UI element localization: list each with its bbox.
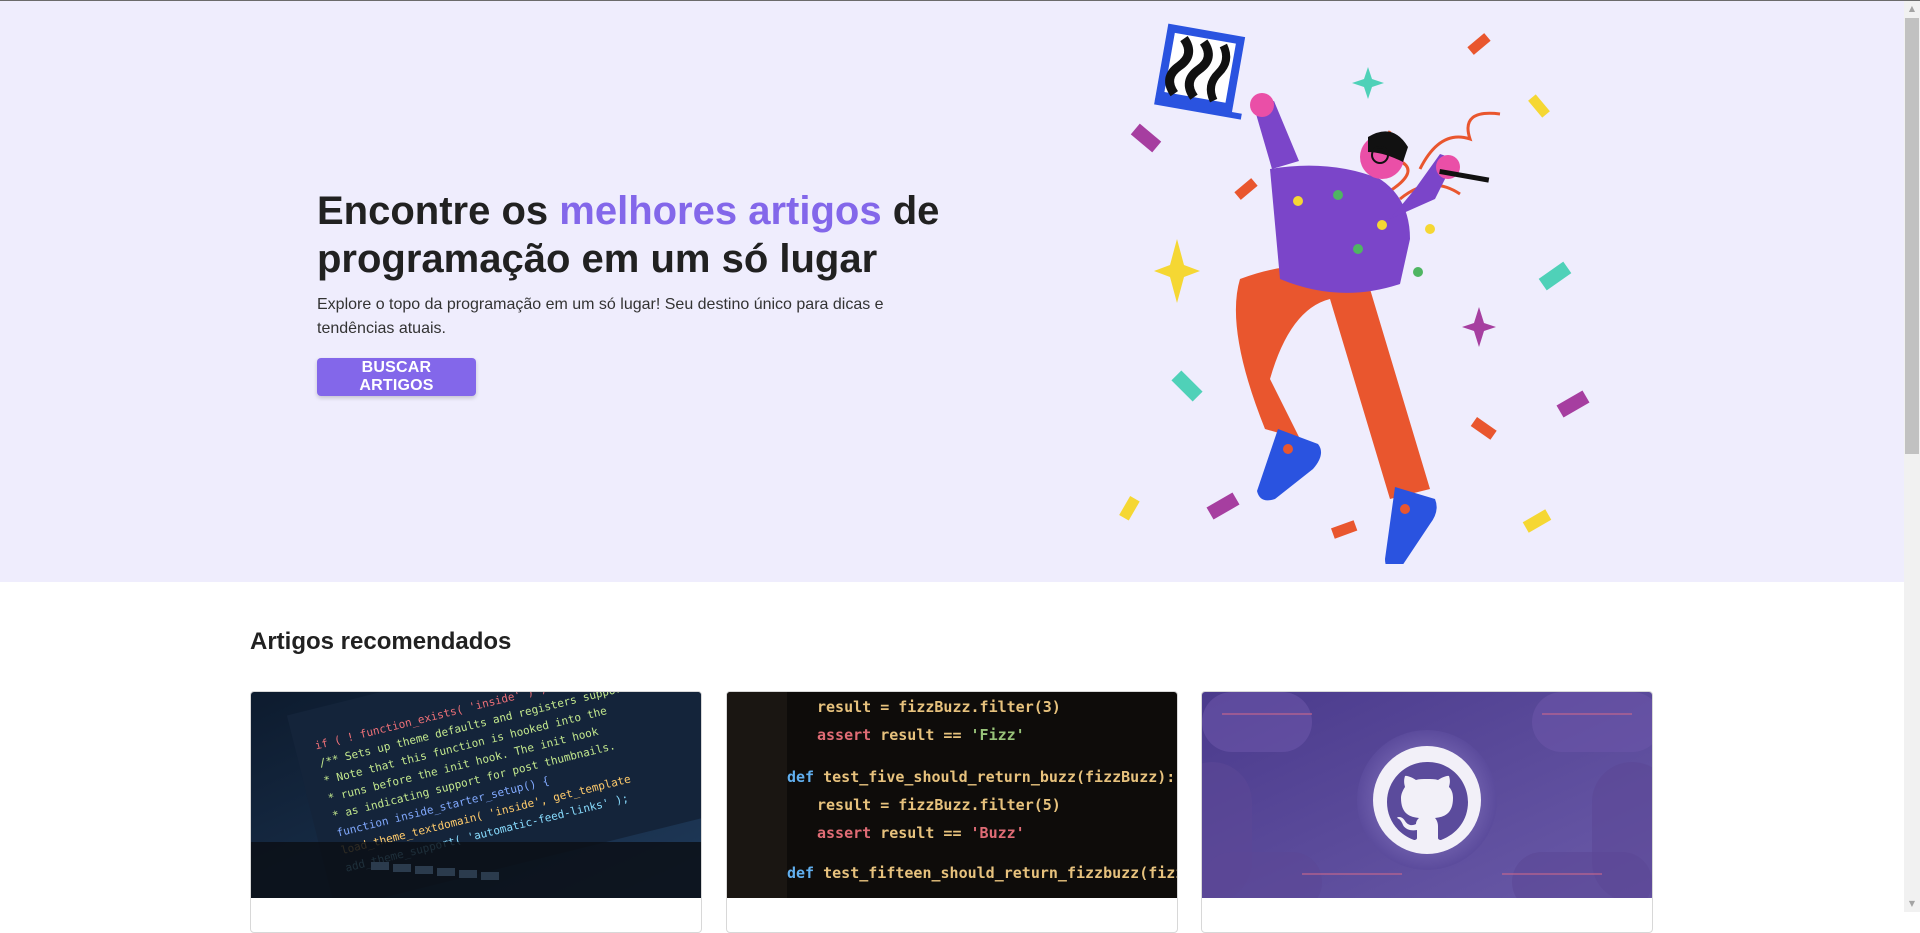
scroll-down-arrow-icon[interactable]: ▼ — [1904, 896, 1920, 912]
svg-text:def test_five_should_return_bu: def test_five_should_return_buzz(fizzBuz… — [787, 768, 1175, 786]
svg-text:result = fizzBuzz.filter(3): result = fizzBuzz.filter(3) — [817, 698, 1061, 716]
github-logo-thumbnail — [1202, 692, 1652, 898]
code-laptop-thumbnail: if ( ! function_exists( 'inside' ) ) : /… — [251, 692, 701, 898]
scroll-up-arrow-icon[interactable]: ▲ — [1904, 1, 1920, 17]
fizzbuzz-code-thumbnail: result = fizzBuzz.filter(3) assert resul… — [727, 692, 1177, 898]
hero-subtitle: Explore o topo da programação em um só l… — [317, 296, 884, 337]
hero-title-accent: melhores artigos — [559, 189, 882, 233]
hero-title: Encontre os melhores artigos de programa… — [317, 189, 940, 281]
article-card[interactable] — [1201, 691, 1653, 933]
svg-text:def test_fifteen_should_return: def test_fifteen_should_return_fizzbuzz(… — [787, 864, 1177, 882]
scrollbar-thumb[interactable] — [1905, 18, 1919, 454]
svg-text:assert result == 'Fizz': assert result == 'Fizz' — [817, 726, 1025, 744]
recommended-articles-title: Artigos recomendados — [250, 628, 512, 655]
svg-text:assert result == 'Buzz': assert result == 'Buzz' — [817, 824, 1025, 842]
article-card[interactable]: if ( ! function_exists( 'inside' ) ) : /… — [250, 691, 702, 933]
article-card[interactable]: result = fizzBuzz.filter(3) assert resul… — [726, 691, 1178, 933]
search-articles-button[interactable]: BUSCAR ARTIGOS — [317, 358, 476, 396]
hero-illustration — [1119, 23, 1590, 564]
hero-section: Encontre os melhores artigos de programa… — [0, 1, 1904, 582]
svg-text:result = fizzBuzz.filter(5): result = fizzBuzz.filter(5) — [817, 796, 1061, 814]
